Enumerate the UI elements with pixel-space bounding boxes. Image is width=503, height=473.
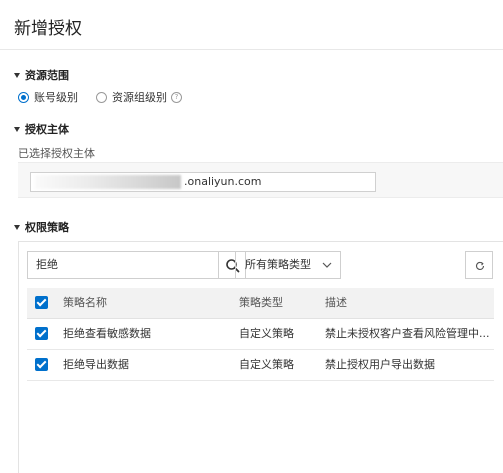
scope-radio-group: 账号级别 资源组级别 ? [18,89,182,105]
policy-panel: 拒绝 所有策略类型 策略名称 策略类型 描述 拒绝查看敏感数据 自定义策略 禁止… [18,241,503,473]
policy-type-select-value: 所有策略类型 [245,258,311,271]
redacted-username [35,175,181,189]
page-title: 新增授权 [14,19,82,39]
policy-name: 拒绝导出数据 [63,358,129,371]
row-checkbox[interactable] [35,327,48,340]
radio-resource-group-level[interactable] [96,91,107,103]
selected-principal-label: 已选择授权主体 [18,147,95,160]
principal-field[interactable]: .onaliyun.com [30,172,376,192]
policy-heading-label: 权限策略 [25,221,69,234]
policy-description: 禁止授权用户导出数据 [325,358,435,371]
policy-description: 禁止未授权客户查看风险管理中... [325,327,490,340]
scope-section-heading[interactable]: 资源范围 [14,67,69,83]
policy-type: 自定义策略 [239,358,294,371]
table-row[interactable]: 拒绝查看敏感数据 自定义策略 禁止未授权客户查看风险管理中... [27,319,494,350]
column-header-type: 策略类型 [239,296,283,309]
row-checkbox[interactable] [35,358,48,371]
table-header-row: 策略名称 策略类型 描述 [27,288,494,319]
principal-value: .onaliyun.com [184,175,262,188]
radio-account-level[interactable] [18,91,29,103]
question-circle-icon[interactable]: ? [171,91,182,103]
caret-down-icon[interactable] [14,126,20,132]
policy-search-input[interactable]: 拒绝 [27,251,219,279]
scope-heading-label: 资源范围 [25,69,69,82]
refresh-button[interactable] [465,251,493,279]
radio-account-level-label[interactable]: 账号级别 [34,89,78,105]
principal-heading-label: 授权主体 [25,123,69,136]
select-all-checkbox[interactable] [35,296,48,309]
caret-down-icon[interactable] [14,224,20,230]
principal-panel: .onaliyun.com [18,162,503,198]
principal-section-heading[interactable]: 授权主体 [14,121,69,137]
policy-type: 自定义策略 [239,327,294,340]
radio-resource-group-level-label[interactable]: 资源组级别 [112,89,167,105]
policy-section-heading[interactable]: 权限策略 [14,219,69,235]
column-header-description: 描述 [325,296,347,309]
column-header-name: 策略名称 [63,296,107,309]
dialog-header: 新增授权 [0,0,503,50]
caret-down-icon[interactable] [14,72,20,78]
policy-name: 拒绝查看敏感数据 [63,327,151,340]
policy-type-select[interactable]: 所有策略类型 [235,251,341,279]
policy-table: 策略名称 策略类型 描述 拒绝查看敏感数据 自定义策略 禁止未授权客户查看风险管… [27,288,494,381]
refresh-icon [475,261,485,270]
chevron-down-icon [322,262,332,268]
table-row[interactable]: 拒绝导出数据 自定义策略 禁止授权用户导出数据 [27,350,494,381]
